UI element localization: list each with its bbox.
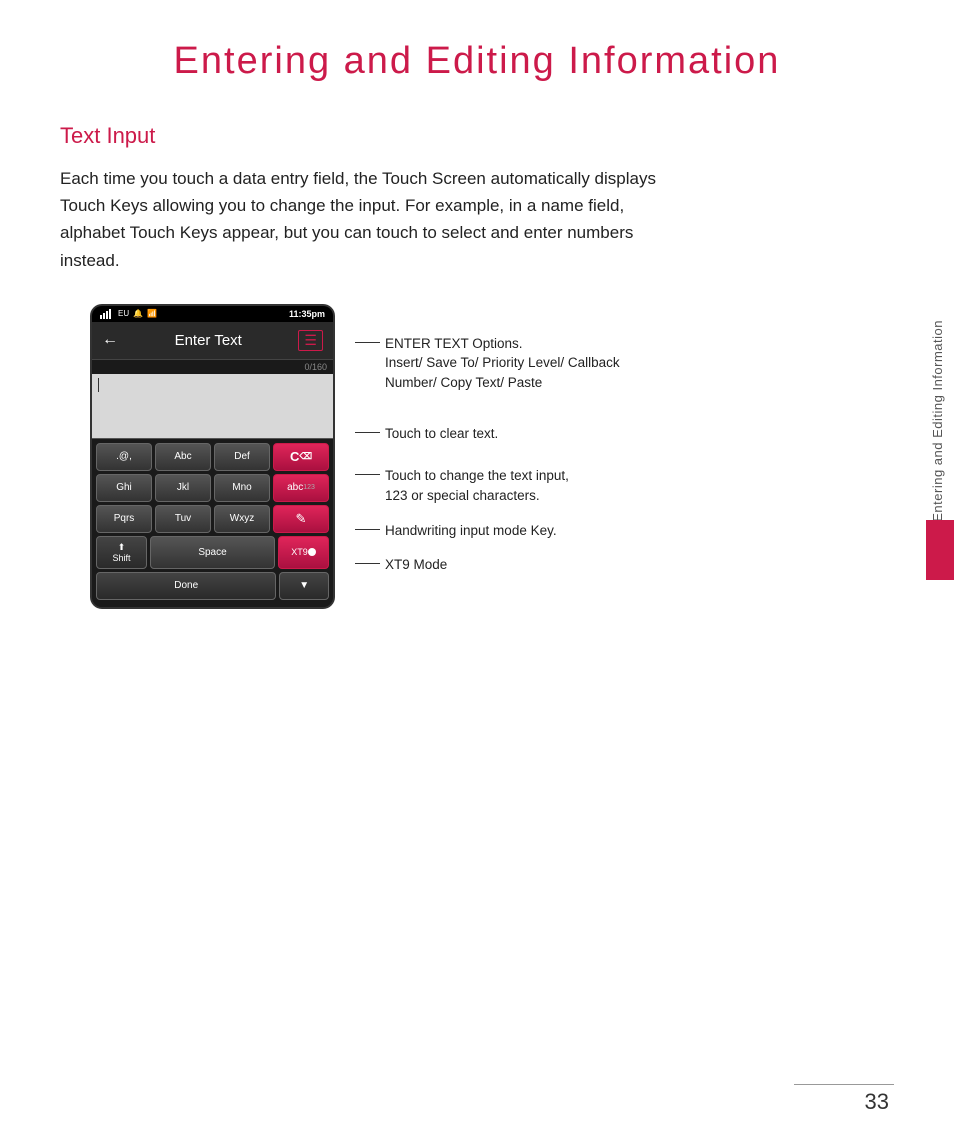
menu-icon[interactable]: ☰	[298, 330, 323, 351]
ann1-title: ENTER TEXT Options.	[385, 336, 523, 351]
kb-key-done[interactable]: Done	[96, 572, 276, 600]
kb-key-mno[interactable]: Mno	[214, 474, 270, 502]
ann3-body: 123 or special characters.	[385, 488, 540, 503]
section-title: Text Input	[60, 123, 894, 149]
kb-key-pqrs[interactable]: Pqrs	[96, 505, 152, 533]
body-text: Each time you touch a data entry field, …	[60, 165, 680, 274]
status-bar: EU 🔔 📶 11:35pm	[92, 306, 333, 322]
kb-key-handwriting[interactable]: ✎	[273, 505, 329, 533]
page-number: 33	[865, 1089, 889, 1115]
side-tab: Entering and Editing Information	[922, 320, 954, 580]
ann-text-2: Touch to clear text.	[385, 424, 498, 444]
phone-header: ← Enter Text ☰	[92, 322, 333, 360]
ann-dash-3	[355, 474, 380, 475]
annotation-change-input: Touch to change the text input, 123 or s…	[355, 466, 620, 505]
spacer-3	[355, 509, 620, 521]
status-time: 11:35pm	[289, 309, 325, 319]
kb-key-shift[interactable]: ⬆Shift	[96, 536, 147, 569]
keyboard-area: .@, Abc Def C⌫ Ghi Jkl Mno abc123 Pqrs	[92, 439, 333, 607]
ann3-title: Touch to change the text input,	[385, 468, 569, 483]
kb-key-jkl[interactable]: Jkl	[155, 474, 211, 502]
ann-text-4: Handwriting input mode Key.	[385, 521, 557, 541]
spacer-4	[355, 545, 620, 555]
text-input-area[interactable]	[92, 374, 333, 439]
bottom-line	[794, 1084, 894, 1085]
ann-dash-5	[355, 563, 380, 564]
status-left: EU 🔔 📶	[100, 309, 157, 319]
annotation-xt9: XT9 Mode	[355, 555, 620, 575]
spacer-1	[355, 396, 620, 424]
ann-text-3: Touch to change the text input, 123 or s…	[385, 466, 569, 505]
spacer-2	[355, 448, 620, 466]
kb-key-wxyz[interactable]: Wxyz	[214, 505, 270, 533]
ann-dash-1	[355, 342, 380, 343]
ann-text-5: XT9 Mode	[385, 555, 447, 575]
kb-key-def[interactable]: Def	[214, 443, 270, 471]
annotations: ENTER TEXT Options. Insert/ Save To/ Pri…	[355, 304, 620, 579]
kb-row-3: Pqrs Tuv Wxyz ✎	[96, 505, 329, 533]
ann-dash-4	[355, 529, 380, 530]
kb-key-abc[interactable]: Abc	[155, 443, 211, 471]
page-content: Entering and Editing Information Text In…	[0, 0, 954, 649]
annotation-enter-text: ENTER TEXT Options. Insert/ Save To/ Pri…	[355, 334, 620, 393]
kb-key-tuv[interactable]: Tuv	[155, 505, 211, 533]
kb-key-xt9[interactable]: XT9	[278, 536, 329, 569]
header-title: Enter Text	[175, 332, 242, 349]
char-count: 0/160	[92, 360, 333, 374]
ann-dash-2	[355, 432, 380, 433]
text-cursor	[98, 378, 99, 392]
kb-key-clear[interactable]: C⌫	[273, 443, 329, 471]
kb-row-4: ⬆Shift Space XT9	[96, 536, 329, 569]
annotation-clear: Touch to clear text.	[355, 424, 620, 444]
side-tab-bar	[926, 520, 954, 580]
phone-mockup: EU 🔔 📶 11:35pm ← Enter Text ☰ 0/160	[90, 304, 335, 609]
ann-text-1: ENTER TEXT Options. Insert/ Save To/ Pri…	[385, 334, 620, 393]
kb-key-space[interactable]: Space	[150, 536, 275, 569]
page-title: Entering and Editing Information	[60, 40, 894, 83]
diagram-area: EU 🔔 📶 11:35pm ← Enter Text ☰ 0/160	[90, 304, 894, 609]
kb-row-5: Done ▼	[96, 572, 329, 600]
network-label: EU	[118, 309, 129, 318]
signal-bars	[100, 309, 111, 319]
kb-key-abc123[interactable]: abc123	[273, 474, 329, 502]
kb-row-2: Ghi Jkl Mno abc123	[96, 474, 329, 502]
ann1-body: Insert/ Save To/ Priority Level/ Callbac…	[385, 355, 620, 390]
kb-key-arrow-down[interactable]: ▼	[279, 572, 329, 600]
side-tab-text: Entering and Editing Information	[930, 320, 947, 522]
back-button[interactable]: ←	[102, 331, 118, 349]
kb-key-ghi[interactable]: Ghi	[96, 474, 152, 502]
annotation-handwriting: Handwriting input mode Key.	[355, 521, 620, 541]
kb-key-punctuation[interactable]: .@,	[96, 443, 152, 471]
signal-icon2: 📶	[147, 309, 157, 318]
notification-icon: 🔔	[133, 309, 143, 318]
kb-row-1: .@, Abc Def C⌫	[96, 443, 329, 471]
